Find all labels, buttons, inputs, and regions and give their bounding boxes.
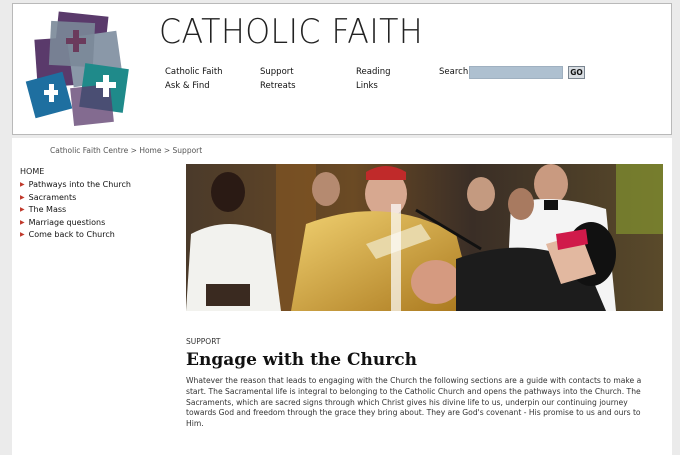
triangle-right-icon: ▶ [20, 218, 25, 226]
catholic-faith-logo[interactable] [22, 10, 148, 130]
site-header: CATHOLIC FAITH Catholic Faith Ask & Find… [12, 3, 672, 135]
sidebar-item-label: Sacraments [28, 192, 77, 202]
search-label: Search [439, 67, 469, 77]
breadcrumb-item-support: Support [172, 146, 203, 155]
nav-link-links[interactable]: Links [356, 79, 391, 93]
nav-link-retreats[interactable]: Retreats [260, 79, 296, 93]
sidebar-item-come-back[interactable]: ▶ Come back to Church [20, 229, 131, 242]
sidebar-item-pathways[interactable]: ▶ Pathways into the Church [20, 179, 131, 192]
page-title: Engage with the Church [186, 350, 417, 370]
breadcrumb-item-home[interactable]: Home [139, 146, 161, 155]
sidebar: HOME ▶ Pathways into the Church ▶ Sacram… [20, 167, 131, 242]
triangle-right-icon: ▶ [20, 206, 25, 213]
search-input[interactable] [469, 66, 563, 79]
breadcrumb-separator: > [163, 146, 173, 155]
nav-column-3: Reading Links [356, 65, 391, 93]
sidebar-item-marriage-questions[interactable]: ▶ Marriage questions [20, 217, 131, 230]
sidebar-item-label: Pathways into the Church [28, 180, 131, 189]
sidebar-item-label: The Mass [28, 205, 67, 214]
page: CATHOLIC FAITH Catholic Faith Ask & Find… [0, 0, 680, 455]
nav-link-catholic-faith[interactable]: Catholic Faith [165, 65, 223, 79]
search-go-button[interactable]: GO [568, 66, 585, 79]
sidebar-item-sacraments[interactable]: ▶ Sacraments [20, 192, 131, 205]
site-title: CATHOLIC FAITH [159, 12, 424, 52]
breadcrumb-item-catholic-faith-centre[interactable]: Catholic Faith Centre [50, 146, 128, 155]
triangle-right-icon: ▶ [20, 231, 25, 238]
section-label: SUPPORT [186, 337, 221, 346]
nav-column-1: Catholic Faith Ask & Find [165, 65, 223, 93]
sidebar-home-link[interactable]: HOME [20, 167, 131, 176]
nav-column-2: Support Retreats [260, 65, 296, 93]
nav-link-ask-find[interactable]: Ask & Find [165, 79, 223, 93]
hero-photo [186, 164, 663, 311]
triangle-right-icon: ▶ [20, 193, 25, 201]
nav-link-support[interactable]: Support [260, 65, 296, 79]
breadcrumb: Catholic Faith Centre > Home > Support [50, 146, 202, 155]
sidebar-item-the-mass[interactable]: ▶ The Mass [20, 204, 131, 217]
nav-link-reading[interactable]: Reading [356, 65, 391, 79]
intro-paragraph: Whatever the reason that leads to engagi… [186, 376, 642, 429]
sidebar-item-label: Marriage questions [28, 217, 106, 227]
sidebar-item-label: Come back to Church [28, 230, 115, 239]
triangle-right-icon: ▶ [20, 181, 25, 188]
